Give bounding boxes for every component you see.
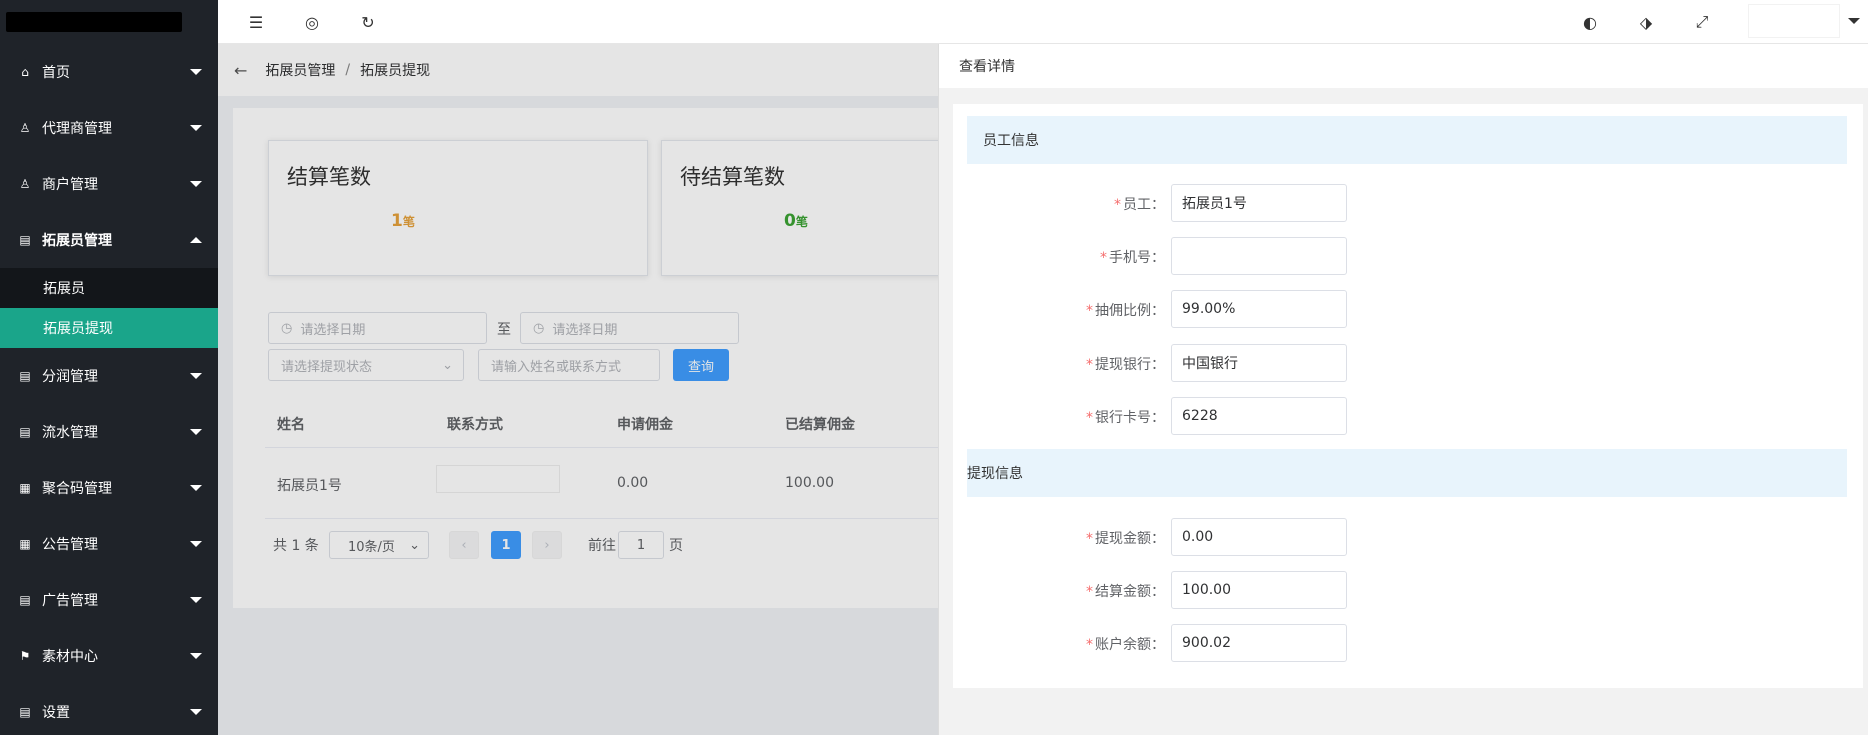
submenu-item-promoter-withdraw[interactable]: 拓展员提现 <box>0 308 218 348</box>
menu-label: 聚合码管理 <box>42 481 112 497</box>
menu-label: 代理商管理 <box>42 121 112 137</box>
menu-item-qrcode[interactable]: ▦ 聚合码管理 <box>0 460 218 516</box>
caret-down-icon <box>190 597 202 603</box>
menu-item-merchant[interactable]: ♙ 商户管理 <box>0 156 218 212</box>
menu-label: 首页 <box>42 65 70 81</box>
field-label: 抽佣比例： <box>1095 303 1165 319</box>
user-icon: ♙ <box>19 121 31 135</box>
drawer-title: 查看详情 <box>939 44 1868 88</box>
form-row-phone: * 手机号： <box>953 237 1853 275</box>
menu-item-notice[interactable]: ▦ 公告管理 <box>0 516 218 572</box>
menu-item-promoter[interactable]: ▤ 拓展员管理 <box>0 212 218 268</box>
form-row-card-number: * 银行卡号： 6228 <box>953 397 1853 435</box>
field-label: 员工： <box>1123 197 1165 213</box>
menu-item-profit[interactable]: ▤ 分润管理 <box>0 348 218 404</box>
detail-drawer: 查看详情 员工信息 * 员工： 拓展员1号 * 手机号： * 抽佣比例： 99.00%… <box>938 44 1868 735</box>
field-label: 账户余额： <box>1095 637 1165 653</box>
clipboard-icon: ▤ <box>19 705 31 719</box>
field-label: 手机号： <box>1109 250 1165 266</box>
field-label: 提现金额： <box>1095 531 1165 547</box>
clipboard-icon: ▤ <box>19 425 31 439</box>
caret-down-icon <box>190 373 202 379</box>
bank-field[interactable]: 中国银行 <box>1171 344 1347 382</box>
user-avatar[interactable] <box>1748 4 1840 38</box>
theme-palette-icon[interactable]: ◐ <box>1580 12 1600 32</box>
caret-down-icon <box>190 541 202 547</box>
refresh-icon[interactable]: ↻ <box>358 12 378 32</box>
topbar: ☰ ◎ ↻ ◐ ⬗ ⤢ <box>218 0 1868 44</box>
sidebar: ⌂ 首页 ♙ 代理商管理 ♙ 商户管理 ▤ 拓展员管理 拓展员 拓展员提现 ▤ … <box>0 0 218 735</box>
flag-icon: ⚑ <box>19 649 31 663</box>
menu-label: 分润管理 <box>42 369 98 385</box>
menu-item-agent[interactable]: ♙ 代理商管理 <box>0 100 218 156</box>
section-withdraw-info: 提现信息 <box>967 449 1847 497</box>
collapse-menu-icon[interactable]: ☰ <box>246 12 266 32</box>
clipboard-icon: ▤ <box>19 233 31 247</box>
caret-down-icon <box>190 429 202 435</box>
menu-label: 拓展员管理 <box>42 233 112 249</box>
qrcode-icon: ▦ <box>19 537 31 551</box>
drawer-body: 员工信息 * 员工： 拓展员1号 * 手机号： * 抽佣比例： 99.00% * 提现银… <box>953 104 1863 688</box>
section-employee-info: 员工信息 <box>967 116 1847 164</box>
submenu-item-promoter[interactable]: 拓展员 <box>0 268 218 308</box>
clipboard-icon: ▤ <box>19 369 31 383</box>
form-row-withdraw-amount: * 提现金额： 0.00 <box>953 518 1853 556</box>
phone-field[interactable] <box>1171 237 1347 275</box>
form-row-commission: * 抽佣比例： 99.00% <box>953 290 1853 328</box>
caret-down-icon <box>190 653 202 659</box>
form-row-balance: * 账户余额： 900.02 <box>953 624 1853 662</box>
clipboard-icon: ▤ <box>19 593 31 607</box>
caret-down-icon <box>190 709 202 715</box>
menu-item-materials[interactable]: ⚑ 素材中心 <box>0 628 218 684</box>
caret-down-icon <box>190 69 202 75</box>
promoter-submenu: 拓展员 拓展员提现 <box>0 268 218 348</box>
tag-icon[interactable]: ⬗ <box>1636 12 1656 32</box>
caret-down-icon[interactable] <box>1848 18 1860 24</box>
form-row-settled-amount: * 结算金额： 100.00 <box>953 571 1853 609</box>
menu-label: 公告管理 <box>42 537 98 553</box>
balance-field[interactable]: 900.02 <box>1171 624 1347 662</box>
app-logo <box>0 0 218 44</box>
fullscreen-icon[interactable]: ⤢ <box>1692 12 1712 32</box>
home-icon: ⌂ <box>21 65 29 79</box>
menu-label: 流水管理 <box>42 425 98 441</box>
caret-up-icon <box>190 237 202 243</box>
employee-field[interactable]: 拓展员1号 <box>1171 184 1347 222</box>
settled-amount-field[interactable]: 100.00 <box>1171 571 1347 609</box>
menu-item-ads[interactable]: ▤ 广告管理 <box>0 572 218 628</box>
qrcode-icon: ▦ <box>19 481 31 495</box>
menu-label: 设置 <box>42 705 70 721</box>
user-icon: ♙ <box>19 177 31 191</box>
caret-down-icon <box>190 485 202 491</box>
menu-label: 广告管理 <box>42 593 98 609</box>
modal-overlay[interactable] <box>218 44 938 735</box>
menu-label: 素材中心 <box>42 649 98 665</box>
form-row-employee: * 员工： 拓展员1号 <box>953 184 1853 222</box>
commission-rate-field[interactable]: 99.00% <box>1171 290 1347 328</box>
menu-label: 商户管理 <box>42 177 98 193</box>
card-number-field[interactable]: 6228 <box>1171 397 1347 435</box>
field-label: 结算金额： <box>1095 584 1165 600</box>
caret-down-icon <box>190 125 202 131</box>
menu-item-settings[interactable]: ▤ 设置 <box>0 684 218 735</box>
language-icon[interactable]: ◎ <box>302 12 322 32</box>
caret-down-icon <box>190 181 202 187</box>
menu-item-home[interactable]: ⌂ 首页 <box>0 44 218 100</box>
field-label: 银行卡号： <box>1095 410 1165 426</box>
form-row-bank: * 提现银行： 中国银行 <box>953 344 1853 382</box>
withdraw-amount-field[interactable]: 0.00 <box>1171 518 1347 556</box>
field-label: 提现银行： <box>1095 357 1165 373</box>
menu-item-flow[interactable]: ▤ 流水管理 <box>0 404 218 460</box>
